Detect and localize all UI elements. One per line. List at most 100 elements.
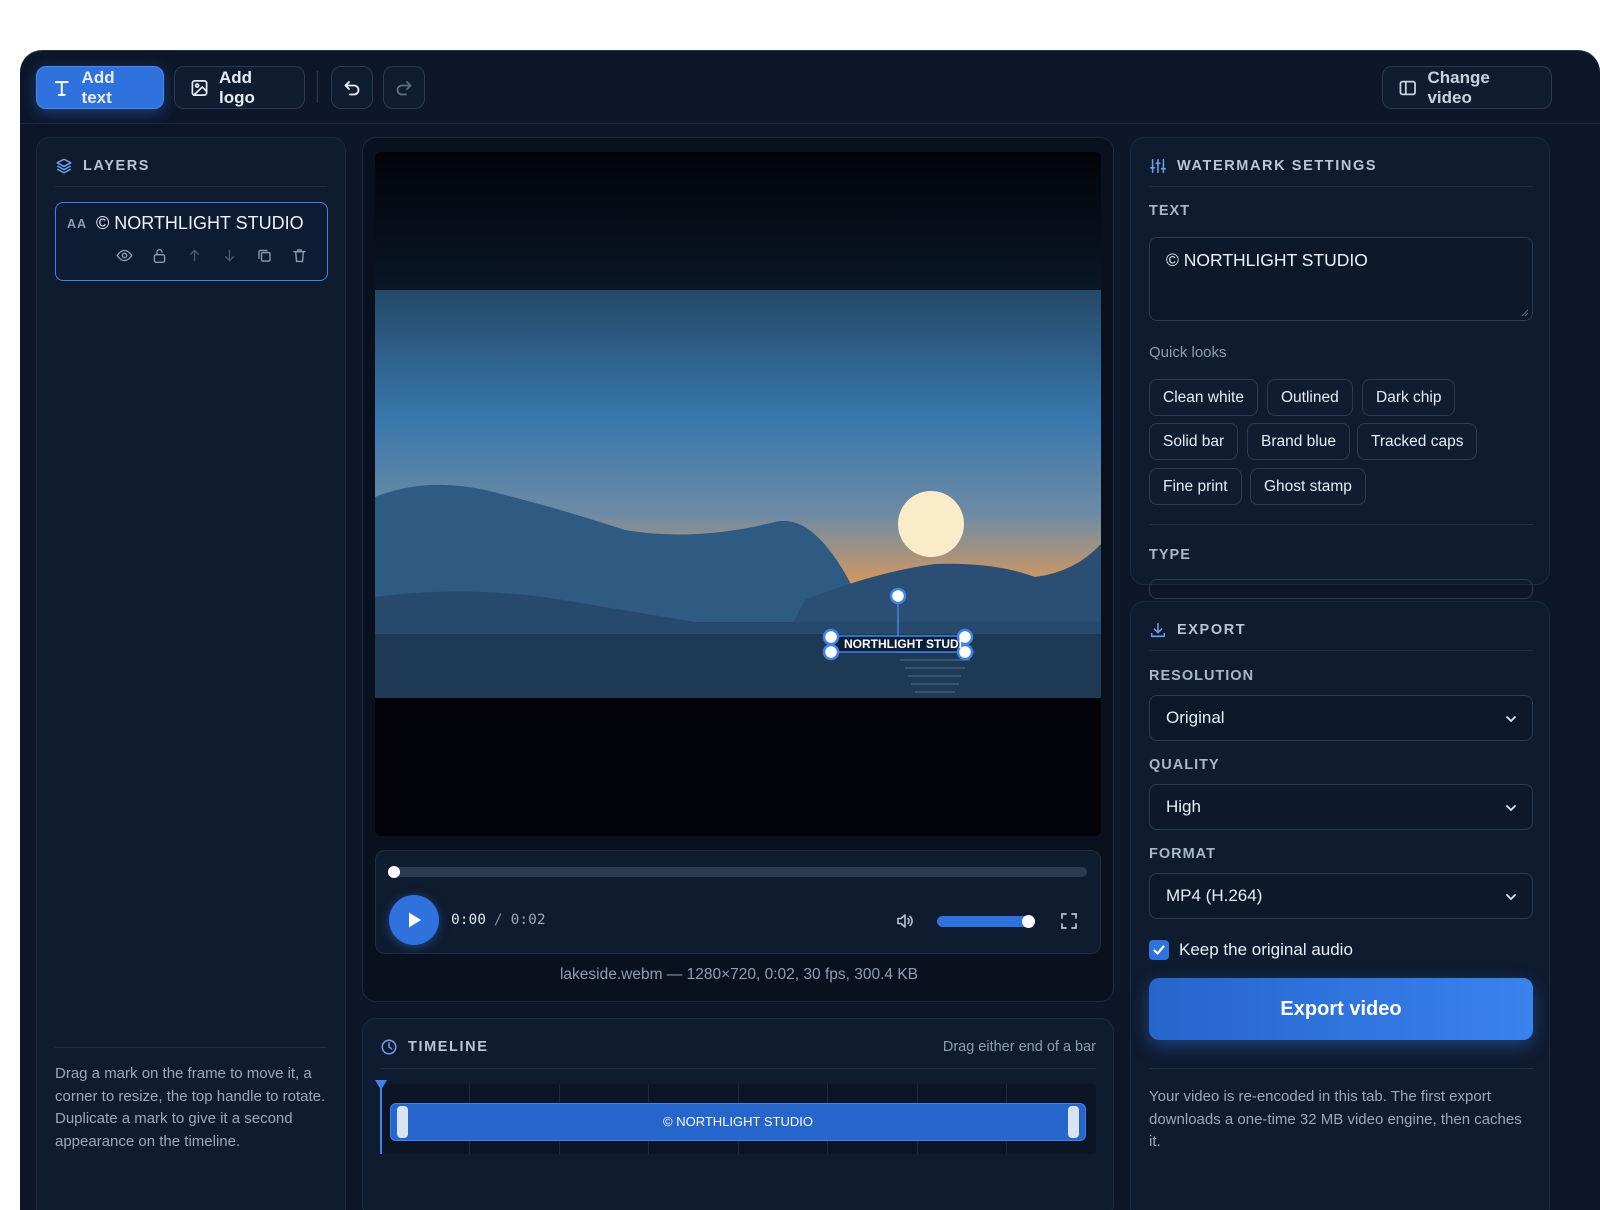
redo-button[interactable] — [383, 66, 425, 109]
watermark-settings-header: WATERMARK SETTINGS — [1149, 157, 1377, 175]
playhead-marker[interactable] — [375, 1080, 387, 1090]
layers-title: LAYERS — [83, 158, 151, 174]
seek-bar[interactable] — [388, 866, 1087, 878]
playhead[interactable] — [380, 1084, 382, 1154]
layers-divider — [55, 186, 327, 187]
export-video-button[interactable]: Export video — [1149, 978, 1533, 1040]
add-text-button[interactable]: Add text — [36, 66, 164, 109]
editor-window: Add text Add logo Change video LAYERS AA… — [20, 50, 1600, 1210]
time-readout: 0:00 / 0:02 — [451, 912, 546, 928]
add-logo-button[interactable]: Add logo — [174, 66, 305, 109]
export-note: Your video is re-encoded in this tab. Th… — [1149, 1088, 1522, 1150]
duration-time: 0:02 — [510, 912, 546, 928]
watermark-text-value: © NORTHLIGHT STUDIO — [1166, 250, 1368, 270]
type-label: TYPE — [1149, 547, 1191, 563]
change-video-button[interactable]: Change video — [1382, 66, 1552, 109]
layer-type-badge: AA — [67, 217, 88, 231]
volume-thumb[interactable] — [1022, 915, 1035, 928]
duplicate-icon[interactable] — [256, 247, 273, 264]
quick-look-outlined[interactable]: Outlined — [1267, 379, 1353, 416]
keep-audio-label[interactable]: Keep the original audio — [1179, 940, 1353, 960]
volume-slider[interactable] — [937, 915, 1035, 928]
timeline-bar-label: © NORTHLIGHT STUDIO — [663, 1114, 813, 1129]
video-player-controls: 0:00 / 0:02 — [375, 850, 1101, 954]
toolbar: Add text Add logo Change video — [20, 51, 1600, 124]
quality-label: QUALITY — [1149, 757, 1220, 773]
timeline-panel: TIMELINE Drag either end of a bar © NORT… — [362, 1018, 1114, 1210]
resolution-select[interactable]: Original — [1149, 695, 1533, 741]
quick-look-ghost-stamp[interactable]: Ghost stamp — [1250, 468, 1366, 505]
arrow-up-icon[interactable] — [186, 247, 203, 264]
volume-icon[interactable] — [895, 911, 915, 931]
video-frame[interactable]: NORTHLIGHT STUDI — [375, 152, 1101, 836]
timeline-hint: Drag either end of a bar — [942, 1039, 1096, 1055]
format-select[interactable]: MP4 (H.264) — [1149, 873, 1533, 919]
seek-thumb[interactable] — [388, 866, 400, 878]
watermark-overlay-text[interactable]: NORTHLIGHT STUDI — [844, 637, 962, 651]
export-note-divider — [1149, 1068, 1533, 1069]
quick-look-brand-blue[interactable]: Brand blue — [1247, 423, 1350, 460]
layers-help-divider — [55, 1047, 327, 1048]
watermark-settings-panel: WATERMARK SETTINGS TEXT © NORTHLIGHT STU… — [1130, 137, 1550, 599]
add-text-label: Add text — [81, 67, 115, 107]
arrow-down-icon[interactable] — [221, 247, 238, 264]
checkmark-icon — [1153, 945, 1165, 955]
text-icon — [54, 80, 69, 96]
change-video-label: Change video — [1427, 67, 1490, 107]
resolution-value: Original — [1166, 708, 1225, 727]
trash-icon[interactable] — [291, 247, 308, 264]
file-info: lakeside.webm — 1280×720, 0:02, 30 fps, … — [559, 966, 919, 983]
time-separator: / — [493, 912, 503, 928]
layers-icon — [56, 158, 72, 174]
format-value: MP4 (H.264) — [1166, 886, 1263, 905]
columns-icon — [1399, 80, 1416, 95]
video-scene — [375, 152, 1101, 698]
type-control-partial[interactable] — [1149, 579, 1533, 599]
quick-looks-label: Quick looks — [1149, 344, 1227, 361]
toolbar-separator — [317, 71, 318, 103]
quality-select[interactable]: High — [1149, 784, 1533, 830]
undo-button[interactable] — [331, 66, 373, 109]
quick-look-dark-chip[interactable]: Dark chip — [1362, 379, 1456, 416]
undo-icon — [344, 80, 360, 95]
layers-panel: LAYERS AA © NORTHLIGHT STUDIO Drag a mar… — [36, 137, 346, 1210]
image-icon — [191, 79, 208, 96]
redo-icon — [396, 80, 412, 95]
chevron-down-icon — [1506, 805, 1516, 812]
timeline-track: © NORTHLIGHT STUDIO — [375, 1080, 1096, 1154]
sliders-icon — [1150, 158, 1166, 174]
export-title: EXPORT — [1177, 622, 1247, 638]
layer-item[interactable]: AA © NORTHLIGHT STUDIO — [55, 202, 328, 281]
layer-name: © NORTHLIGHT STUDIO — [96, 213, 304, 233]
current-time: 0:00 — [451, 912, 486, 928]
export-panel: EXPORT RESOLUTION Original QUALITY High … — [1130, 601, 1550, 1210]
timeline-bar[interactable]: © NORTHLIGHT STUDIO — [390, 1103, 1086, 1141]
keep-audio-checkbox[interactable] — [1149, 940, 1169, 960]
quick-look-fine-print[interactable]: Fine print — [1149, 468, 1242, 505]
quick-look-solid-bar[interactable]: Solid bar — [1149, 423, 1239, 460]
settings-divider — [1149, 186, 1533, 187]
watermark-text-input[interactable]: © NORTHLIGHT STUDIO — [1149, 237, 1533, 321]
play-button[interactable] — [389, 895, 439, 945]
add-logo-label: Add logo — [219, 67, 255, 107]
eye-icon[interactable] — [116, 247, 133, 264]
export-header: EXPORT — [1149, 621, 1246, 639]
unlock-icon[interactable] — [151, 247, 168, 264]
chevron-down-icon — [1506, 894, 1516, 901]
watermark-settings-title: WATERMARK SETTINGS — [1177, 158, 1378, 174]
text-field-label: TEXT — [1149, 203, 1191, 219]
quick-look-clean-white[interactable]: Clean white — [1149, 379, 1258, 416]
resize-grip-icon[interactable] — [1520, 308, 1529, 317]
quick-look-tracked-caps[interactable]: Tracked caps — [1357, 423, 1478, 460]
layers-help-text: Drag a mark on the frame to move it, a c… — [55, 1065, 326, 1150]
download-icon — [1150, 622, 1166, 638]
chevron-down-icon — [1506, 716, 1516, 723]
resolution-label: RESOLUTION — [1149, 668, 1255, 684]
clock-icon — [381, 1039, 397, 1055]
play-icon — [409, 912, 421, 928]
quality-value: High — [1166, 797, 1201, 816]
export-divider — [1149, 650, 1533, 651]
format-label: FORMAT — [1149, 846, 1216, 862]
timeline-divider — [380, 1068, 1096, 1069]
fullscreen-icon[interactable] — [1060, 912, 1078, 930]
